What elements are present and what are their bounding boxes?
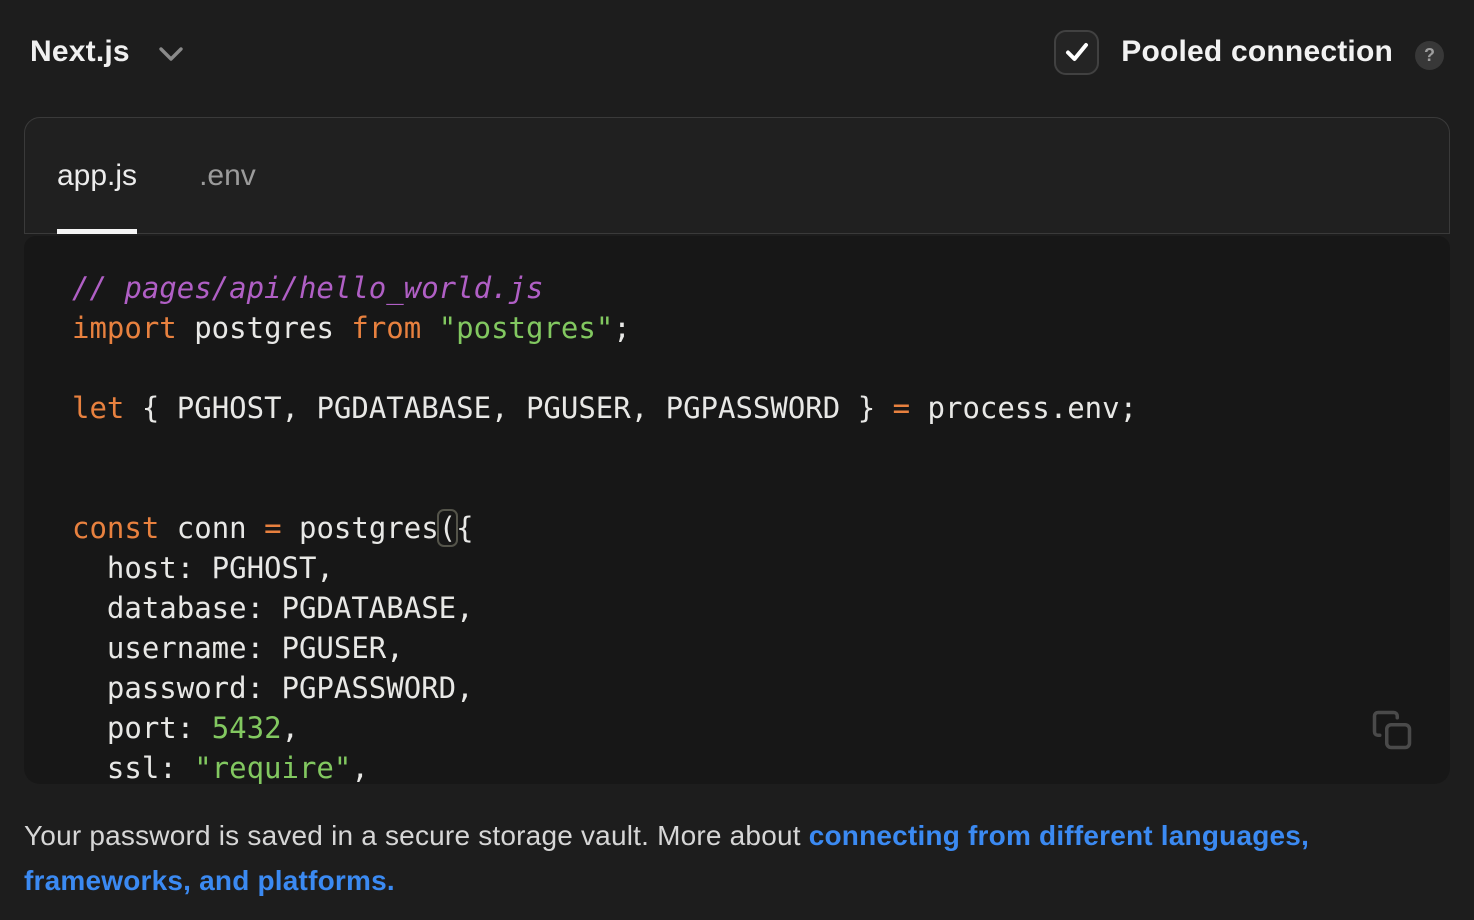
checkmark-icon [1063,38,1091,66]
password-vault-note: Your password is saved in a secure stora… [24,813,1324,903]
code-line: const conn = postgres({ [72,508,1410,548]
code-line: // pages/api/hello_world.js [72,268,1410,308]
code-line: let { PGHOST, PGDATABASE, PGUSER, PGPASS… [72,388,1410,428]
code-line: password: PGPASSWORD, [72,668,1410,708]
code-line: database: PGDATABASE, [72,588,1410,628]
framework-selector[interactable]: Next.js [30,35,184,69]
framework-selector-value: Next.js [30,35,130,69]
help-icon[interactable]: ? [1415,41,1444,70]
code-tabbar: app.js .env [24,117,1450,234]
pooled-connection-label: Pooled connection [1121,35,1393,69]
code-block[interactable]: // pages/api/hello_world.jsimport postgr… [24,236,1450,784]
code-line: port: 5432, [72,708,1410,748]
pooled-connection-checkbox[interactable] [1054,30,1099,75]
code-line: username: PGUSER, [72,628,1410,668]
tab-app-js[interactable]: app.js [57,118,137,233]
copy-icon [1371,709,1413,751]
pooled-connection-control: Pooled connection ? [1054,30,1444,75]
code-line: import postgres from "postgres"; [72,308,1410,348]
code-line [72,428,1410,468]
tab-app-js-label: app.js [57,159,137,193]
tab-env-label: .env [199,159,256,193]
code-line [72,468,1410,508]
chevron-down-icon [158,45,184,63]
copy-button[interactable] [1370,708,1414,752]
code-line: host: PGHOST, [72,548,1410,588]
vault-note-text: Your password is saved in a secure stora… [24,820,809,851]
panel-header: Next.js Pooled connection ? [0,0,1474,80]
connection-snippet-card: app.js .env // pages/api/hello_world.jsi… [24,117,1450,784]
code-line: ssl: "require", [72,748,1410,784]
tab-env[interactable]: .env [199,118,256,233]
code-line [72,348,1410,388]
